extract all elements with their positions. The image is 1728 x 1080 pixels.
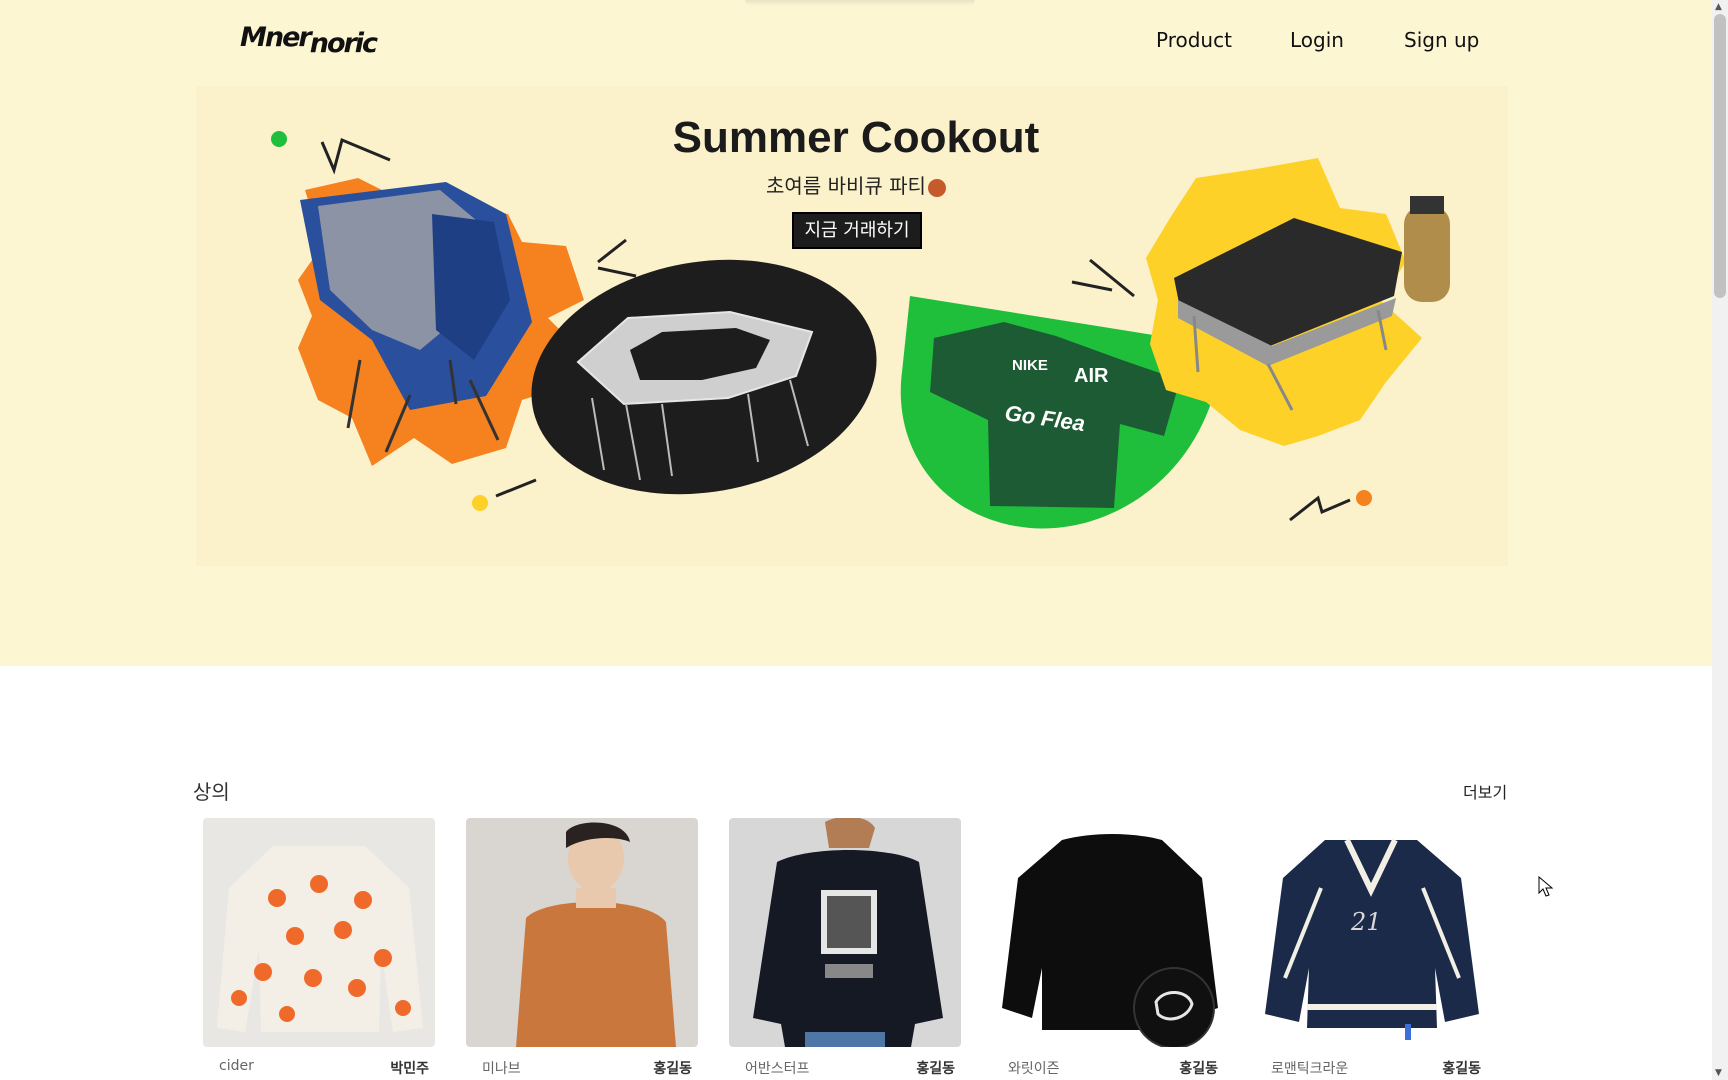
product-seller: 홍길동 [1442,1061,1481,1077]
jersey-brand: NIKE [1012,357,1048,374]
product-image[interactable] [203,818,435,1047]
product-card[interactable]: 와릿이즌 홍길동 [992,818,1224,1077]
product-image[interactable] [729,818,961,1047]
navy-vneck-sweater-image: 21 [1265,838,1479,1040]
product-brand: 어반스터프 [745,1061,810,1077]
sweater-orange-pattern-image [217,846,423,1032]
banner-artwork: NIKE AIR Go Flea [271,131,1450,529]
orange-tshirt-model-image [516,822,676,1047]
banner-subtitle: 초여름 바비큐 파티 [0,170,1712,199]
svg-text:21: 21 [1350,908,1382,936]
scroll-up-icon[interactable]: ▲ [1715,2,1722,12]
product-seller: 홍길동 [916,1061,955,1077]
drumstick-icon [927,178,946,197]
black-sweater-image [1002,834,1218,1047]
scribble-5 [1089,258,1135,298]
product-card[interactable]: 21 로맨틱크라운 홍길동 [1255,818,1487,1077]
scroll-down-icon[interactable]: ▼ [1715,1068,1722,1078]
product-image[interactable] [466,818,698,1047]
product-seller: 홍길동 [653,1061,692,1077]
product-card[interactable]: 미나브 홍길동 [466,818,698,1077]
scribble-2 [597,238,627,264]
flower-yellow [472,495,488,511]
product-image[interactable] [992,818,1224,1047]
product-brand: 와릿이즌 [1008,1061,1060,1077]
product-seller: 박민주 [390,1061,429,1077]
banner-title: Summer Cookout [672,113,1040,162]
scribble-3 [597,266,637,278]
scribble-7 [1289,495,1351,522]
product-brand: 미나브 [482,1061,521,1077]
flower-orange [1356,490,1372,506]
product-brand: 로맨틱크라운 [1271,1061,1349,1077]
jersey-word: AIR [1074,365,1109,387]
product-seller: 홍길동 [1179,1061,1218,1077]
product-brand: cider [219,1058,254,1074]
product-card[interactable]: cider 박민주 [203,818,435,1077]
scribble-4 [495,478,537,498]
product-image[interactable]: 21 [1255,818,1487,1047]
scribble-6 [1071,280,1113,292]
scrollbar-thumb[interactable] [1714,14,1726,298]
trade-now-button[interactable]: 지금 거래하기 [792,212,922,249]
black-sweatshirt-back-image [753,818,943,1047]
banner-subtitle-text: 초여름 바비큐 파티 [766,174,926,198]
section-title: 상의 [193,780,230,804]
product-card[interactable]: 어반스터프 홍길동 [729,818,961,1077]
mouse-cursor-icon [1538,876,1554,897]
more-link[interactable]: 더보기 [1463,779,1507,803]
